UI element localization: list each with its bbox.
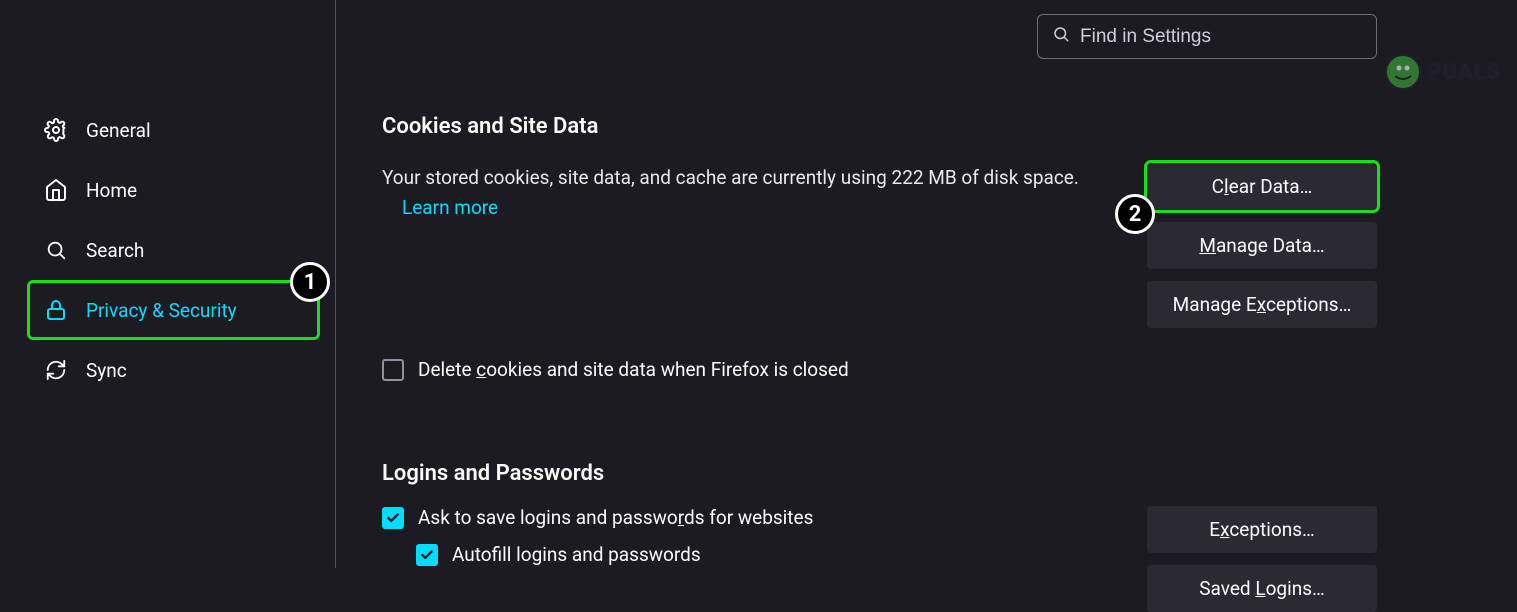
search-icon <box>1052 25 1070 48</box>
annotation-badge-2: 2 <box>1115 194 1155 234</box>
home-icon <box>44 178 68 202</box>
delete-cookies-on-close-label[interactable]: Delete cookies and site data when Firefo… <box>418 358 849 381</box>
saved-logins-button[interactable]: Saved Logins… <box>1147 565 1377 612</box>
search-icon <box>44 238 68 262</box>
settings-sidebar: General Home Search 1 Privacy & Security <box>0 0 336 568</box>
sidebar-item-label: Privacy & Security <box>86 299 237 322</box>
sidebar-item-privacy-security[interactable]: Privacy & Security <box>27 280 320 340</box>
logins-section: Logins and Passwords Ask to save logins … <box>382 461 1377 612</box>
logins-section-title: Logins and Passwords <box>382 461 1377 486</box>
sidebar-item-home[interactable]: Home <box>30 160 320 220</box>
manage-exceptions-button[interactable]: Manage Exceptions… <box>1147 281 1377 328</box>
sync-icon <box>44 358 68 382</box>
ask-save-logins-label[interactable]: Ask to save logins and passwords for web… <box>418 506 813 529</box>
sidebar-item-label: Sync <box>86 359 127 382</box>
sidebar-item-label: Search <box>86 239 144 262</box>
sidebar-item-search[interactable]: Search <box>30 220 320 280</box>
logins-exceptions-button[interactable]: Exceptions… <box>1147 506 1377 553</box>
manage-data-button[interactable]: Manage Data… <box>1147 222 1377 269</box>
lock-icon <box>44 298 68 322</box>
watermark: PUALS <box>1385 54 1501 90</box>
annotation-badge-1: 1 <box>290 262 330 302</box>
learn-more-link[interactable]: Learn more <box>402 196 498 219</box>
sidebar-item-sync[interactable]: Sync <box>30 340 320 400</box>
sidebar-item-label: General <box>86 119 151 142</box>
gear-icon <box>44 118 68 142</box>
autofill-logins-checkbox[interactable] <box>416 544 438 566</box>
cookies-section: Cookies and Site Data Your stored cookie… <box>382 114 1377 381</box>
settings-search[interactable] <box>1037 14 1377 59</box>
watermark-text: PUALS <box>1427 60 1501 85</box>
cookies-section-title: Cookies and Site Data <box>382 114 1377 139</box>
settings-search-input[interactable] <box>1080 26 1362 48</box>
cookies-description: Your stored cookies, site data, and cach… <box>382 163 1082 224</box>
clear-data-button[interactable]: Clear Data… <box>1147 163 1377 210</box>
watermark-logo-icon <box>1385 54 1421 90</box>
sidebar-item-label: Home <box>86 179 137 202</box>
autofill-logins-label[interactable]: Autofill logins and passwords <box>452 543 701 566</box>
ask-save-logins-checkbox[interactable] <box>382 507 404 529</box>
delete-cookies-on-close-checkbox[interactable] <box>382 359 404 381</box>
sidebar-item-general[interactable]: General <box>30 100 320 160</box>
